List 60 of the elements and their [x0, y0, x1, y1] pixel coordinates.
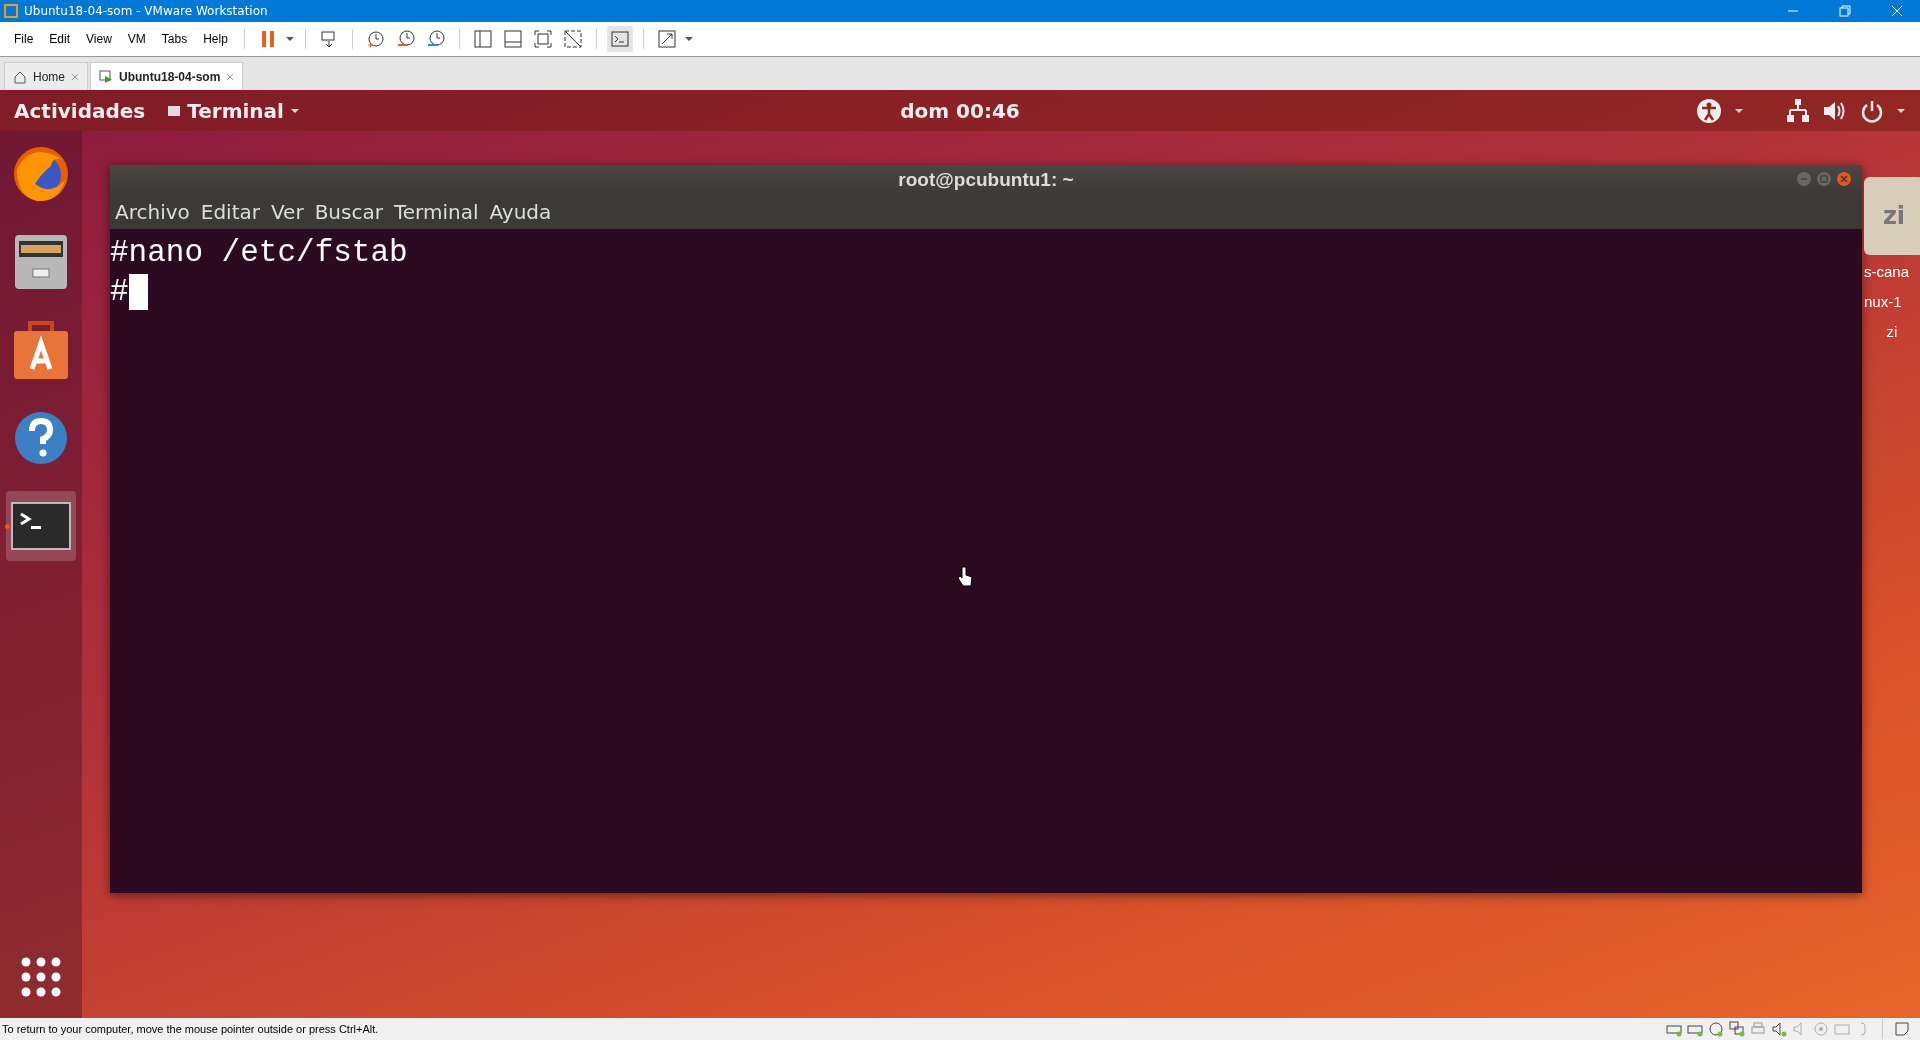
terminal-line: #nano /etc/fstab [110, 234, 408, 272]
tab[interactable]: Home [4, 62, 88, 90]
shopping-bag-icon[interactable] [12, 319, 70, 381]
window-title: Ubuntu18-04-som - VMware Workstation [24, 4, 268, 18]
menu-item[interactable]: Edit [43, 28, 77, 50]
menu-item[interactable]: View [80, 28, 118, 50]
close-icon [1891, 5, 1903, 17]
file-label: zi [1886, 322, 1898, 342]
menu-item[interactable]: Help [197, 28, 234, 50]
vm-icon [99, 69, 113, 84]
stretch-icon [656, 29, 677, 49]
caret-icon[interactable] [683, 34, 694, 44]
activities-button[interactable]: Actividades [14, 98, 146, 123]
close-icon[interactable] [1836, 171, 1852, 187]
full-screen-icon [532, 29, 553, 49]
file-label: nux-1 [1864, 292, 1902, 312]
console-view-icon [609, 29, 630, 49]
text-cursor [128, 273, 148, 310]
network-adapter-icon[interactable] [1729, 1021, 1745, 1037]
menu-item[interactable]: Buscar [314, 198, 383, 226]
close-icon[interactable] [226, 72, 235, 81]
menu-item[interactable]: Ver [271, 198, 304, 226]
clock[interactable]: dom 00:46 [900, 98, 1020, 123]
cd-icon[interactable] [1708, 1021, 1724, 1037]
bottom-panel-icon [502, 29, 523, 49]
menu-item[interactable]: Terminal [393, 198, 479, 226]
terminal-icon[interactable] [11, 502, 71, 550]
menu-item[interactable]: File [8, 28, 40, 50]
menu-item[interactable]: VM [121, 28, 152, 50]
help-icon[interactable] [14, 411, 68, 465]
network-icon[interactable] [1786, 97, 1810, 124]
terminal-line: # [110, 273, 129, 311]
menu-item[interactable]: Ayuda [489, 198, 552, 226]
caret-icon[interactable] [284, 34, 295, 44]
tab[interactable]: Ubuntu18-04-som [90, 62, 244, 90]
app-menu[interactable]: Terminal [167, 98, 300, 123]
home-icon [13, 69, 27, 84]
hand-pointer-icon [957, 566, 973, 588]
revert-snapshot-icon [395, 29, 416, 49]
menu-item[interactable]: Archivo [115, 198, 190, 226]
accessibility-icon[interactable] [1696, 97, 1722, 124]
app-grid-icon[interactable] [20, 956, 62, 998]
dock-item[interactable] [6, 491, 76, 561]
snapshot-icon [365, 29, 386, 49]
restore-icon [1839, 5, 1851, 17]
menu-item[interactable]: Editar [200, 198, 260, 226]
snapshot-manager-icon [425, 29, 446, 49]
file-cabinet-icon[interactable] [13, 233, 69, 291]
status-message: To return to your computer, move the mouse pointer outside or press Ctrl+Alt. [2, 1023, 380, 1035]
caret-icon [289, 106, 300, 115]
caret-icon[interactable] [1734, 106, 1744, 115]
console-view-button[interactable] [606, 26, 633, 52]
window-icon [167, 104, 182, 117]
sound-icon[interactable] [1771, 1021, 1787, 1037]
file-label: s-cana [1864, 262, 1910, 282]
sidebar-view-icon [472, 29, 493, 49]
power-icon[interactable] [1860, 98, 1884, 123]
caret-icon[interactable] [1896, 106, 1906, 115]
terminal-title: root@pcubuntu1: ~ [898, 169, 1074, 191]
menu-item[interactable]: Tabs [155, 28, 194, 50]
